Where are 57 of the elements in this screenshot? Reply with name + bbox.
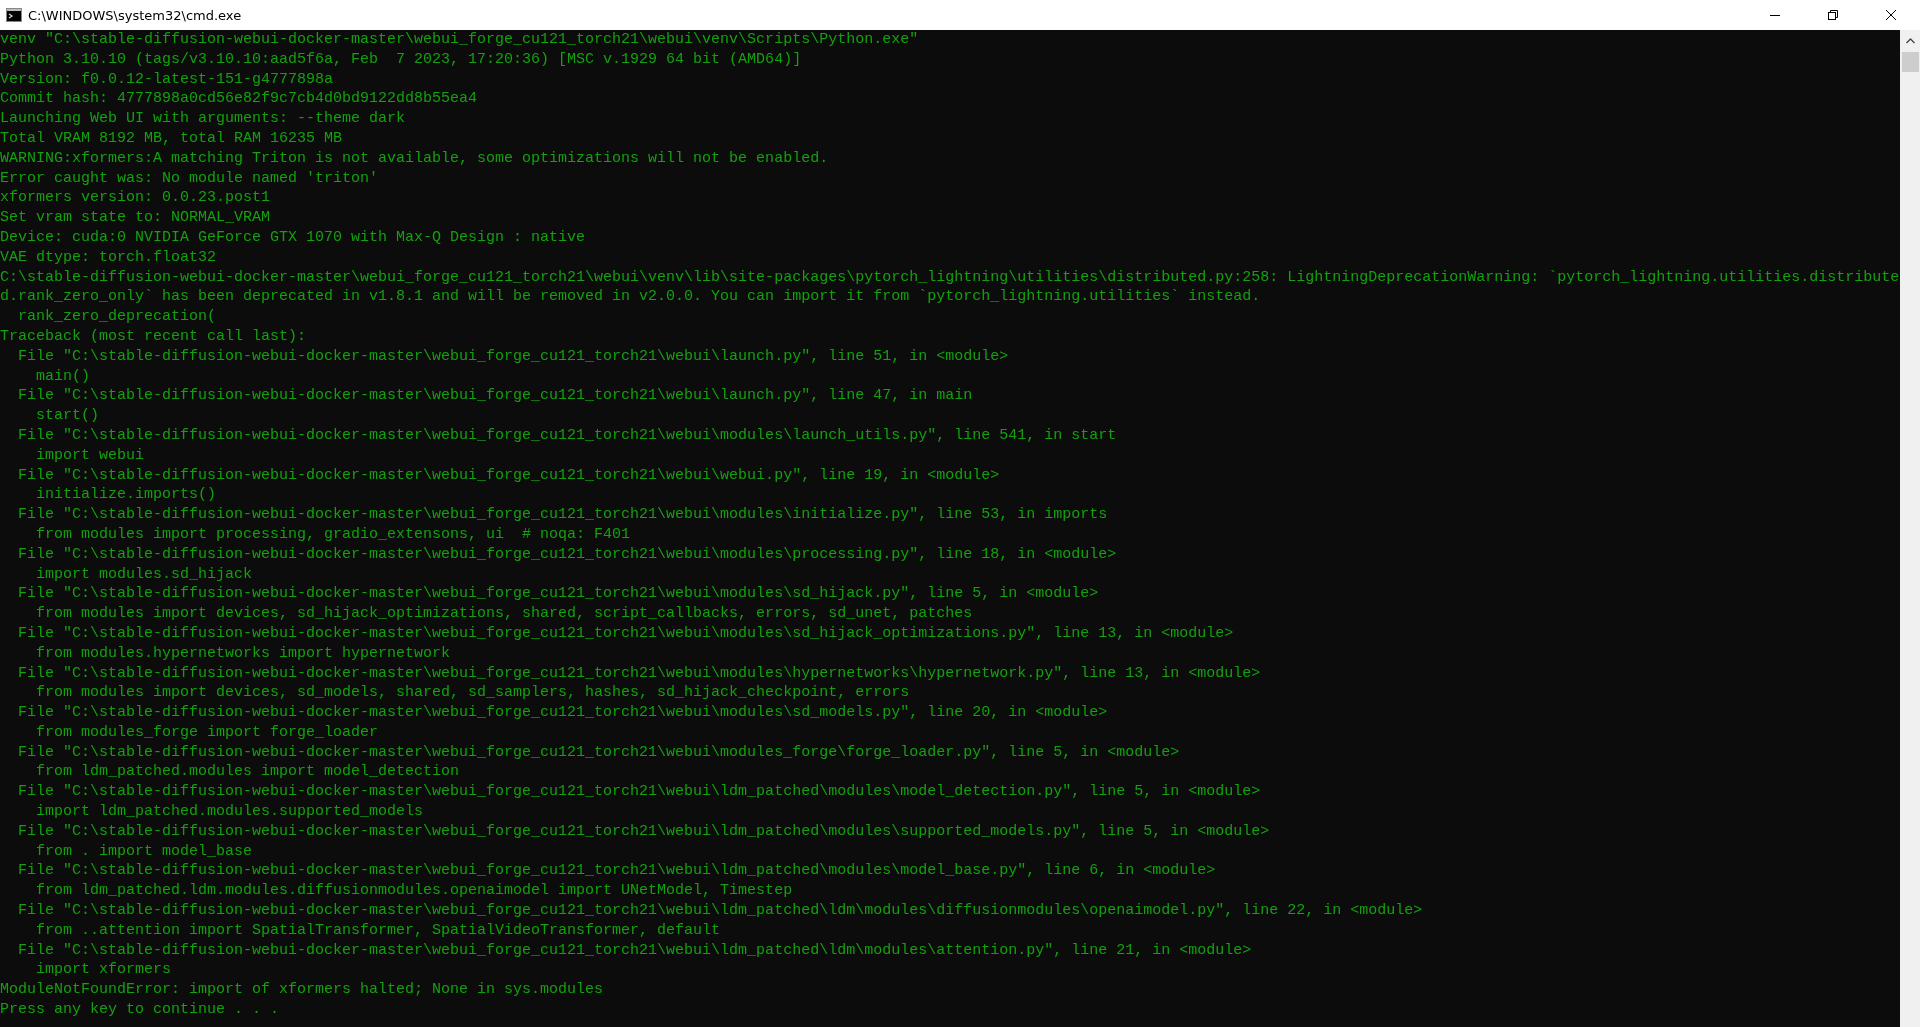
console-line: from modules import devices, sd_hijack_optimizations, shared, script_callbacks, errors, sd_unet, patches xyxy=(35,604,974,624)
console-line: Total VRAM 8192 MB, total RAM 16235 MB xyxy=(0,129,344,149)
console-line: Traceback (most recent call last): xyxy=(0,326,308,347)
console-line: import xformers xyxy=(35,960,173,981)
scroll-up-icon[interactable] xyxy=(1905,38,1915,44)
console-line: main() xyxy=(35,366,91,387)
console-line: WARNING:xformers:A matching Triton is not available, some optimizations will not be enabled. xyxy=(0,148,830,169)
console-line: from . import model_base xyxy=(35,841,254,862)
console-line: File "C:\stable-diffusion-webui-docker-master\webui_forge_cu121_torch21\webui\modules_forge\forge_loader.py", line 5, in <module> xyxy=(17,742,1181,763)
console-line: from ldm_patched.modules import model_detection xyxy=(35,762,461,783)
console-line: File "C:\stable-diffusion-webui-docker-master\webui_forge_cu121_torch21\webui\launch.py", line 51, in <module> xyxy=(17,346,1010,367)
console-line: File "C:\stable-diffusion-webui-docker-master\webui_forge_cu121_torch21\webui\ldm_patched\modules\model_base.py", line 6, in <module> xyxy=(17,861,1217,882)
scroll-thumb[interactable] xyxy=(1901,52,1919,72)
console-line: File "C:\stable-diffusion-webui-docker-master\webui_forge_cu121_torch21\webui\modules\initialize.py", line 53, in imports xyxy=(17,505,1109,525)
console-line: File "C:\stable-diffusion-webui-docker-master\webui_forge_cu121_torch21\webui\modules\processing.py", line 18, in <module> xyxy=(17,544,1118,565)
console-line: File "C:\stable-diffusion-webui-docker-master\webui_forge_cu121_torch21\webui\modules\sd_hijack.py", line 5, in <module> xyxy=(17,584,1100,605)
console-line: File "C:\stable-diffusion-webui-docker-master\webui_forge_cu121_torch21\webui\ldm_patched\modules\supported_models.py", line 5, in <module> xyxy=(17,821,1271,842)
console-line: File "C:\stable-diffusion-webui-docker-master\webui_forge_cu121_torch21\webui\modules\sd_models.py", line 20, in <module> xyxy=(17,703,1109,723)
console-line: Press any key to continue . . . xyxy=(0,1000,281,1020)
console-line: initialize.imports() xyxy=(35,485,218,506)
console-line: File "C:\stable-diffusion-webui-docker-master\webui_forge_cu121_torch21\webui\modules\sd_hijack_optimizations.py", line 13, in <module> xyxy=(17,623,1235,644)
console-line: start() xyxy=(35,406,101,426)
console-line: Launching Web UI with arguments: --theme dark xyxy=(0,109,407,129)
console-line: xformers version: 0.0.23.post1 xyxy=(0,188,272,209)
console-line: from modules_forge import forge_loader xyxy=(35,722,380,743)
console-line: File "C:\stable-diffusion-webui-docker-master\webui_forge_cu121_torch21\webui\webui.py", line 19, in <module> xyxy=(17,465,1001,486)
console-line: ModuleNotFoundError: import of xformers halted; None in sys.modules xyxy=(0,980,605,1001)
console-line: Version: f0.0.12-latest-151-g4777898a xyxy=(0,69,335,90)
console-line: from ..attention import SpatialTransformer, SpatialVideoTransformer, default xyxy=(35,920,722,941)
console-line: Device: cuda:0 NVIDIA GeForce GTX 1070 with Max-Q Design : native xyxy=(0,227,587,248)
close-icon xyxy=(1885,9,1897,21)
scrollbar[interactable] xyxy=(1900,30,1920,1027)
console-line: rank_zero_deprecation( xyxy=(17,307,218,327)
console-line: File "C:\stable-diffusion-webui-docker-master\webui_forge_cu121_torch21\webui\modules\launch_utils.py", line 541, in start xyxy=(17,425,1118,446)
console-line: from modules.hypernetworks import hypernetwork xyxy=(35,643,452,664)
console-line: Commit hash: 4777898a0cd56e82f9c7cb4d0bd9122dd8b55ea4 xyxy=(0,89,479,110)
console-icon xyxy=(6,8,22,22)
restore-icon xyxy=(1827,9,1839,21)
console-line: File "C:\stable-diffusion-webui-docker-master\webui_forge_cu121_torch21\webui\launch.py", line 47, in main xyxy=(17,386,974,407)
console-line: C:\stable-diffusion-webui-docker-master\webui_forge_cu121_torch21\webui\venv\lib\site-packages\pytorch_lightning\utilities\distributed.py:258: LightningDeprecationWarning: `pytorch_lightning.utilities.distribute xyxy=(0,267,1900,288)
console-line: VAE dtype: torch.float32 xyxy=(0,247,218,268)
console-line: from modules import processing, gradio_extensons, ui # noqa: F401 xyxy=(35,524,632,545)
console-line: import modules.sd_hijack xyxy=(35,564,254,585)
console-line: from ldm_patched.ldm.modules.diffusionmodules.openaimodel import UNetModel, Timestep xyxy=(35,881,794,902)
console-line: Set vram state to: NORMAL_VRAM xyxy=(0,208,272,228)
console-line: from modules import devices, sd_models, shared, sd_samplers, hashes, sd_hijack_checkpoint, errors xyxy=(35,683,911,704)
console-line: import ldm_patched.modules.supported_models xyxy=(35,802,425,822)
console-line: Python 3.10.10 (tags/v3.10.10:aad5f6a, Feb 7 2023, 17:20:36) [MSC v.1929 64 bit (AMD64)] xyxy=(0,49,803,70)
window-title: C:\WINDOWS\system32\cmd.exe xyxy=(28,7,242,23)
console-line: File "C:\stable-diffusion-webui-docker-master\webui_forge_cu121_torch21\webui\ldm_patched\ldm\modules\attention.py", line 21, in <module> xyxy=(17,940,1253,961)
console-line: File "C:\stable-diffusion-webui-docker-master\webui_forge_cu121_torch21\webui\modules\hypernetworks\hypernetwork.py", line 13, in <module> xyxy=(17,663,1262,684)
console-line: venv "C:\stable-diffusion-webui-docker-master\webui_forge_cu121_torch21\webui\venv\Scripts\Python.exe" xyxy=(0,30,920,50)
console-line: Error caught was: No module named 'triton' xyxy=(0,168,380,189)
console-line: File "C:\stable-diffusion-webui-docker-master\webui_forge_cu121_torch21\webui\ldm_patched\modules\model_detection.py", line 5, in <module> xyxy=(17,782,1262,803)
console-line: d.rank_zero_only` has been deprecated in v1.8.1 and will be removed in v2.0.0. You can import it from `pytorch_lightning.utilities` instead. xyxy=(0,287,1262,308)
console-line: import webui xyxy=(35,445,146,466)
console-line: File "C:\stable-diffusion-webui-docker-master\webui_forge_cu121_torch21\webui\ldm_patched\ldm\modules\diffusionmodules\openaimodel.py", line 22, in <module> xyxy=(17,901,1424,921)
